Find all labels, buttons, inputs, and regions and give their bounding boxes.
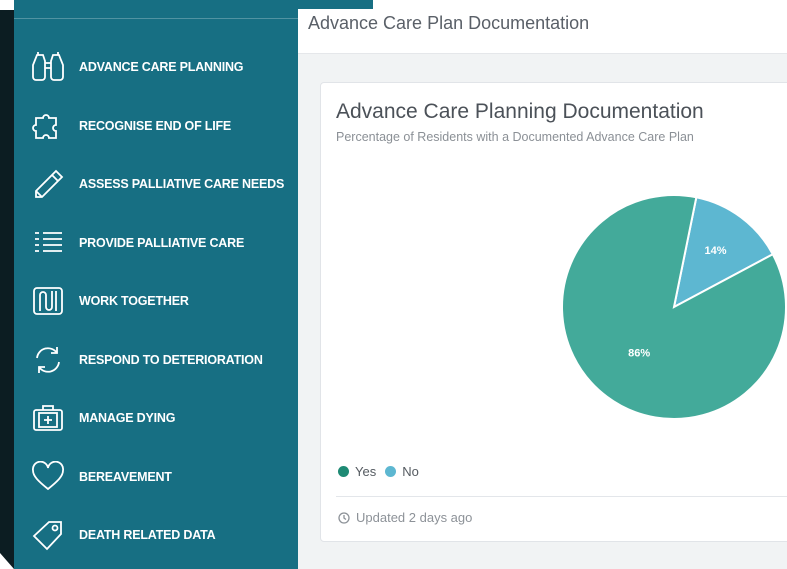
sidebar-item-label: MANAGE DYING: [79, 411, 176, 426]
refresh-icon: [29, 343, 67, 377]
chart-card: Advance Care Planning Documentation Perc…: [320, 82, 787, 542]
updated-text: Updated 2 days ago: [356, 510, 473, 525]
legend-item-yes[interactable]: Yes: [338, 464, 376, 479]
linked-lines-icon: [29, 284, 67, 318]
sidebar-item-label: ASSESS PALLIATIVE CARE NEEDS: [79, 177, 285, 192]
page-title: Advance Care Plan Documentation: [308, 13, 590, 33]
medical-kit-icon: [29, 401, 67, 435]
main-panel: Advance Care Plan Documentation Advance …: [298, 9, 787, 569]
puzzle-icon: [29, 109, 67, 143]
pie-label-yes: 86%: [628, 348, 650, 360]
chart-legend: Yes No: [338, 464, 428, 479]
corner-decoration: [0, 553, 14, 569]
page-header: Advance Care Plan Documentation: [298, 9, 787, 54]
legend-dot: [338, 466, 349, 477]
card-footer-divider: [336, 496, 787, 497]
tag-icon: [29, 518, 67, 552]
binoculars-icon: [29, 50, 67, 84]
heart-icon: [29, 460, 67, 494]
card-footer: Updated 2 days ago: [338, 510, 472, 525]
legend-label: Yes: [355, 464, 377, 479]
sidebar-item-label: RESPOND TO DETERIORATION: [79, 352, 263, 367]
legend-dot: [385, 466, 397, 477]
sidebar-item-label: RECOGNISE END OF LIFE: [79, 118, 232, 133]
clock-icon: [338, 511, 350, 524]
pencil-icon: [29, 167, 67, 201]
pie-chart: 14% 86%: [561, 194, 787, 420]
list-icon: [29, 226, 67, 260]
pie-label-no: 14%: [704, 245, 726, 257]
sidebar-item-label: DEATH RELATED DATA: [79, 528, 216, 543]
sidebar-item-label: PROVIDE PALLIATIVE CARE: [79, 235, 245, 250]
legend-item-no[interactable]: No: [385, 464, 419, 479]
legend-label: No: [402, 464, 419, 479]
sidebar-item-label: BEREAVEMENT: [79, 469, 172, 484]
sidebar-item-label: ADVANCE CARE PLANNING: [79, 60, 244, 75]
sidebar-item-label: WORK TOGETHER: [79, 294, 189, 309]
